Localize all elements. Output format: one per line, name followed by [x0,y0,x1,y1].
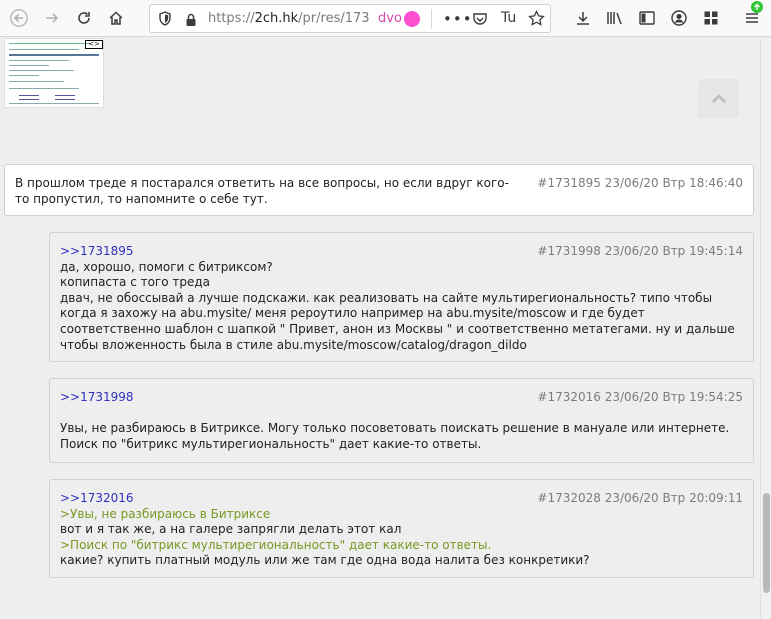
url-text[interactable]: https://2ch.hk/pr/res/17318 [208,11,370,26]
home-icon[interactable] [104,6,128,30]
post-meta[interactable]: #1732028 23/06/20 Втр 20:09:11 [537,491,743,507]
post-meta[interactable]: #1732016 23/06/20 Втр 19:54:25 [537,390,743,406]
sidebar-icon[interactable] [635,6,659,30]
post-text-line: двач, не обоссывай а лучше подскажи. как… [60,290,713,305]
code-tag-icon: <> [85,40,103,49]
extension-dot-icon[interactable] [404,11,420,27]
chevron-up-icon [711,93,726,103]
post-text-line [60,406,743,422]
greentext-quote: >Увы, не разбираюсь в Битриксе [60,506,271,521]
url-extension-label: dvo [378,11,402,26]
post-text-line: да, хорошо, помоги с битриксом? [60,259,273,274]
account-icon[interactable] [667,6,691,30]
lock-icon[interactable] [185,12,197,31]
scrollbar-thumb[interactable] [763,493,770,593]
pocket-icon[interactable] [472,11,488,31]
bookmark-star-icon[interactable] [528,9,545,31]
greentext-quote: >Поиск по "битрикс мультирегиональность"… [60,537,492,552]
reader-mode-label[interactable]: Tu [501,10,516,26]
thread-content: <> В прошлом треде я постарался ответить… [0,38,760,619]
browser-toolbar: https://2ch.hk/pr/res/17318 dvo ••• Tu [0,0,771,37]
more-actions-icon[interactable]: ••• [443,10,473,28]
extensions-icon[interactable] [699,6,723,30]
post-text-line: Поиск по "битрикс мультирегиональность" … [60,436,482,451]
post-text-line: соответственно шаблон с шапкой " Привет,… [60,321,735,336]
post-text-line: В прошлом треде я постарался ответить на… [15,176,509,190]
post-message: В прошлом треде я постарался ответить на… [15,176,513,207]
post-meta[interactable]: #1731895 23/06/20 Втр 18:46:40 [537,176,743,192]
scroll-to-top-button[interactable] [698,79,739,118]
post-text-line: копипаста с того треда [60,275,211,290]
url-host: 2ch.hk [254,11,299,26]
post-message: >>1731895 да, хорошо, помоги с битриксом… [60,244,743,353]
downloads-icon[interactable] [571,6,595,30]
update-badge-icon [751,1,763,13]
post-1731895: В прошлом треде я постарался ответить на… [4,164,754,216]
post-1732028: >>1732016 >Увы, не разбираюсь в Битриксе… [49,479,754,578]
post-text-line: когда я захожу на abu.mysite/ меня рероу… [60,306,645,321]
post-text-line: чтобы вложенность была в стиле abu.mysit… [60,337,527,352]
url-separator [431,9,432,29]
post-text-line: вот и я так же, а на галере запрягли дел… [60,522,402,537]
post-text-line: Увы, не разбираюсь в Битриксе. Могу толь… [60,421,730,436]
url-path: /pr/res/17318 [298,11,370,26]
url-prefix: https:// [208,11,255,26]
back-icon[interactable] [7,6,31,30]
url-bar[interactable]: https://2ch.hk/pr/res/17318 dvo ••• Tu [149,4,551,33]
menu-icon[interactable] [740,1,764,30]
reload-icon[interactable] [72,6,96,30]
library-icon[interactable] [603,6,627,30]
page-scrollbar[interactable] [760,38,771,619]
post-1732016: >>1731998 Увы, не разбираюсь в Битриксе.… [49,378,754,463]
post-1731998: >>1731895 да, хорошо, помоги с битриксом… [49,232,754,362]
attachment-thumbnail[interactable]: <> [4,38,104,108]
post-text-line: то пропустил, то напомните о себе тут. [15,191,268,206]
post-text-line: какие? купить платный модуль или же там … [60,553,590,568]
tracking-shield-icon[interactable] [158,11,172,30]
post-meta[interactable]: #1731998 23/06/20 Втр 19:45:14 [537,244,743,260]
forward-icon[interactable] [40,6,64,30]
